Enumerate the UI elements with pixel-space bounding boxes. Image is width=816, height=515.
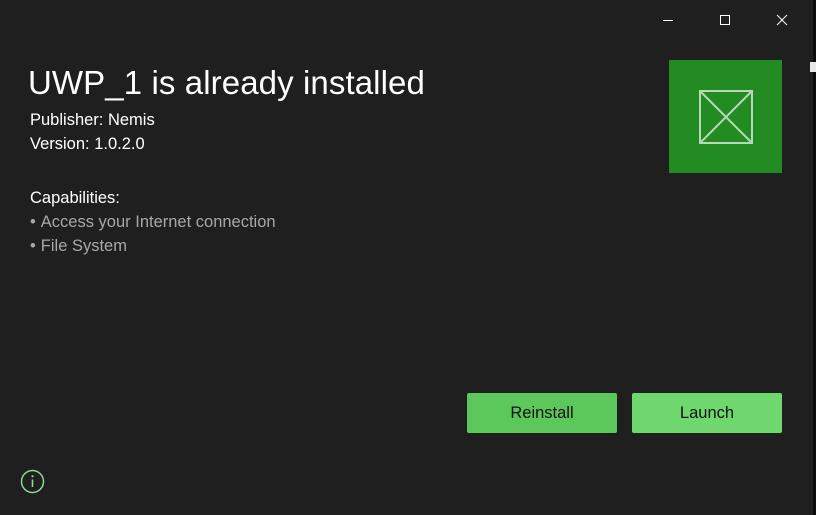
minimize-button[interactable] <box>639 0 696 40</box>
app-installer-window: UWP_1 is already installed Publisher: Ne… <box>0 0 816 515</box>
reinstall-button[interactable]: Reinstall <box>467 393 617 433</box>
minimize-icon <box>662 20 673 21</box>
version-label: Version: 1.0.2.0 <box>30 135 145 153</box>
page-title: UWP_1 is already installed <box>28 64 425 101</box>
launch-button[interactable]: Launch <box>632 393 782 433</box>
maximize-icon <box>719 15 730 25</box>
info-button[interactable] <box>20 469 45 494</box>
caption-buttons <box>639 0 810 40</box>
maximize-button[interactable] <box>696 0 753 40</box>
capability-item: • File System <box>30 236 276 260</box>
placeholder-image-icon <box>698 89 753 144</box>
publisher-label: Publisher: Nemis <box>30 111 155 129</box>
capability-label: File System <box>40 237 127 255</box>
close-icon <box>776 14 787 26</box>
close-button[interactable] <box>753 0 810 40</box>
bullet: • <box>30 237 36 255</box>
app-logo <box>669 60 782 173</box>
capability-label: Access your Internet connection <box>40 213 276 231</box>
capability-item: • Access your Internet connection <box>30 212 276 236</box>
adjacent-window-highlight <box>810 62 816 72</box>
bullet: • <box>30 213 36 231</box>
capabilities-heading: Capabilities: <box>30 189 120 207</box>
info-icon <box>20 469 45 494</box>
capabilities-list: • Access your Internet connection • File S… <box>30 212 276 260</box>
